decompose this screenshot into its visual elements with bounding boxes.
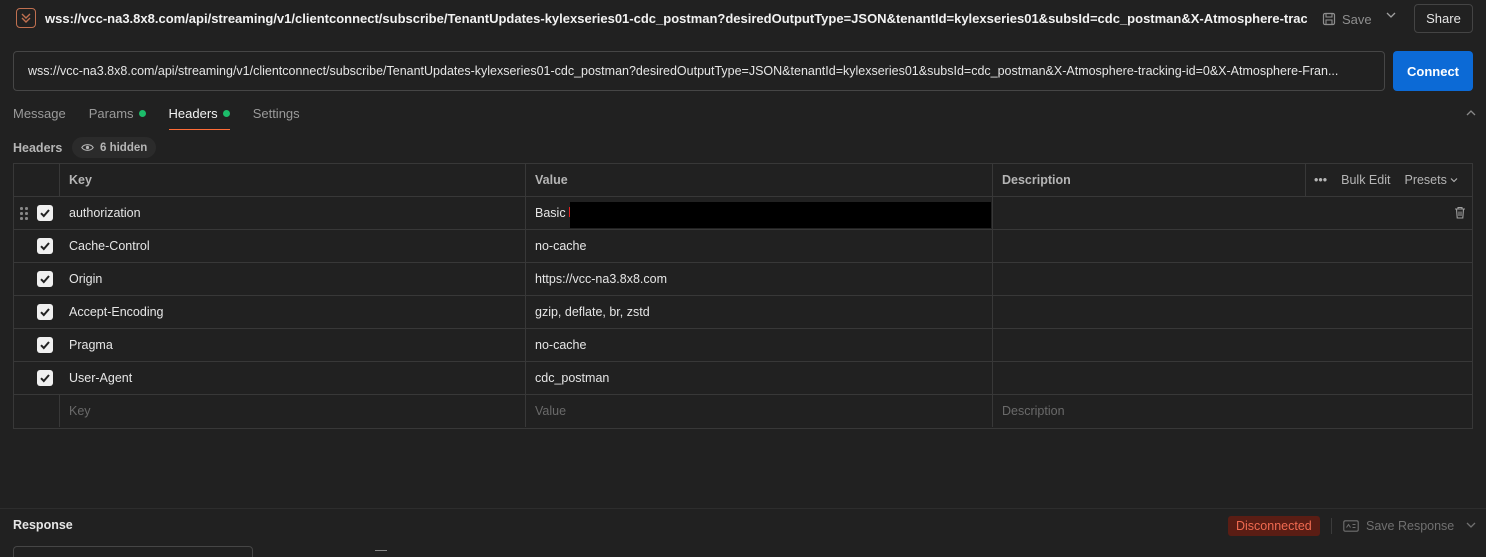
title-bar: wss://vcc-na3.8x8.com/api/streaming/v1/c…: [0, 0, 1486, 38]
drag-handle-icon[interactable]: [20, 207, 28, 220]
header-description[interactable]: [993, 296, 1472, 328]
share-button[interactable]: Share: [1414, 4, 1473, 33]
status-dot: [222, 110, 230, 117]
row-enabled-checkbox[interactable]: [37, 337, 53, 353]
hidden-headers-toggle[interactable]: 6 hidden: [72, 137, 157, 158]
eye-icon: [81, 144, 94, 151]
tab-settings[interactable]: Settings: [253, 106, 300, 130]
header-description[interactable]: [993, 197, 1472, 229]
header-description[interactable]: [993, 230, 1472, 262]
tab-label: Settings: [252, 106, 300, 121]
header-key[interactable]: Accept-Encoding: [60, 296, 526, 328]
message-search-input[interactable]: [13, 546, 253, 557]
header-value[interactable]: no-cache: [526, 230, 993, 262]
save-options-chevron-icon[interactable]: [1386, 10, 1396, 23]
response-label: Response: [13, 518, 73, 532]
new-row-check-cell: [14, 395, 60, 427]
status-dot: [138, 110, 146, 117]
header-description[interactable]: [993, 329, 1472, 361]
tab-headers[interactable]: Headers: [168, 106, 230, 130]
delete-row-trash-icon[interactable]: [1454, 206, 1466, 224]
column-header-key: Key: [60, 164, 526, 196]
tab-label: Headers: [168, 106, 218, 121]
new-key-input[interactable]: Key: [60, 395, 526, 427]
header-description[interactable]: [993, 362, 1472, 394]
redacted-block: [570, 202, 991, 228]
save-label: Save: [1342, 11, 1372, 27]
table-tools: ••• Bulk Edit Presets: [1314, 164, 1458, 196]
save-response-label: Save Response: [1366, 519, 1455, 533]
tab-message[interactable]: Message: [13, 106, 66, 130]
row-enabled-checkbox[interactable]: [37, 271, 53, 287]
row-enabled-checkbox[interactable]: [37, 304, 53, 320]
presets-label: Presets: [1404, 173, 1447, 187]
clear-messages-icon[interactable]: [375, 550, 387, 554]
column-header-value: Value: [526, 164, 993, 196]
save-icon: [1322, 12, 1336, 26]
row-enabled-checkbox[interactable]: [37, 238, 53, 254]
connection-status-badge: Disconnected: [1228, 516, 1320, 536]
save-response-icon: [1343, 520, 1359, 532]
save-response-chevron-icon[interactable]: [1466, 520, 1476, 533]
column-header-description: Description: [993, 164, 1306, 196]
header-value[interactable]: https://vcc-na3.8x8.com: [526, 263, 993, 295]
table-row: User-Agent cdc_postman: [14, 362, 1472, 395]
websocket-icon: [16, 8, 36, 28]
header-description[interactable]: [993, 263, 1472, 295]
header-key[interactable]: Pragma: [60, 329, 526, 361]
presets-dropdown[interactable]: Presets: [1404, 173, 1458, 187]
tab-label: Params: [88, 106, 134, 121]
response-divider[interactable]: [0, 508, 1486, 509]
header-value[interactable]: gzip, deflate, br, zstd: [526, 296, 993, 328]
header-key[interactable]: Cache-Control: [60, 230, 526, 262]
table-header-row: Key Value Description ••• Bulk Edit Pres…: [14, 164, 1472, 197]
request-title[interactable]: wss://vcc-na3.8x8.com/api/streaming/v1/c…: [45, 11, 1307, 26]
table-row: Pragma no-cache: [14, 329, 1472, 362]
connect-button[interactable]: Connect: [1393, 51, 1473, 91]
toolbar-divider: [1331, 518, 1332, 534]
tab-params[interactable]: Params: [89, 106, 146, 130]
more-options-icon[interactable]: •••: [1314, 173, 1327, 187]
header-key[interactable]: User-Agent: [60, 362, 526, 394]
save-button[interactable]: Save: [1322, 8, 1372, 30]
collapse-chevron-icon[interactable]: [1466, 108, 1476, 121]
header-value[interactable]: cdc_postman: [526, 362, 993, 394]
bulk-edit-button[interactable]: Bulk Edit: [1341, 173, 1390, 187]
table-row: authorization Basic: [14, 197, 1472, 230]
hidden-count: 6 hidden: [100, 141, 148, 154]
new-value-input[interactable]: Value: [526, 395, 993, 427]
table-row: Accept-Encoding gzip, deflate, br, zstd: [14, 296, 1472, 329]
header-key[interactable]: authorization: [60, 197, 526, 229]
table-row: Cache-Control no-cache: [14, 230, 1472, 263]
url-input[interactable]: wss://vcc-na3.8x8.com/api/streaming/v1/c…: [13, 51, 1385, 91]
row-enabled-checkbox[interactable]: [37, 370, 53, 386]
headers-table: Key Value Description ••• Bulk Edit Pres…: [13, 163, 1473, 429]
table-row: Origin https://vcc-na3.8x8.com: [14, 263, 1472, 296]
save-response-button[interactable]: Save Response: [1343, 519, 1454, 533]
header-value[interactable]: no-cache: [526, 329, 993, 361]
headers-section-label: Headers: [13, 141, 63, 155]
header-check-cell: [14, 164, 60, 196]
row-enabled-checkbox[interactable]: [37, 205, 53, 221]
new-header-row: Key Value Description: [14, 395, 1472, 428]
new-description-input[interactable]: Description: [993, 395, 1472, 427]
header-key[interactable]: Origin: [60, 263, 526, 295]
request-tabs: Message Params Headers Settings: [13, 106, 323, 130]
tab-label: Message: [13, 106, 66, 121]
chevron-down-icon: [1450, 178, 1458, 183]
